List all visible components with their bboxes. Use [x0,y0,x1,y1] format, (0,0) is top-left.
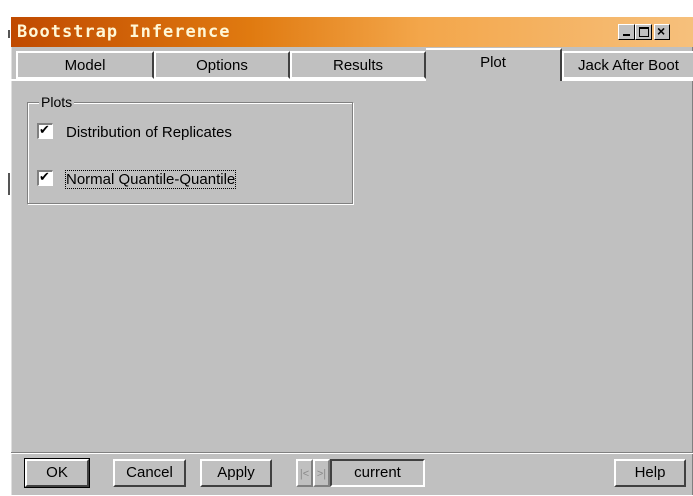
next-record-glyph: >| [316,468,327,480]
apply-button[interactable]: Apply [200,459,272,487]
window-title: Bootstrap Inference [17,22,231,42]
close-icon[interactable]: × [654,23,670,40]
next-record-icon[interactable]: >| [313,459,330,487]
title-bar[interactable]: Bootstrap Inference × [11,17,693,47]
tab-options[interactable]: Options [154,51,290,79]
tab-label: Options [196,57,248,74]
first-record-glyph: |< [299,468,310,480]
tab-label: Model [64,57,106,74]
first-record-icon[interactable]: |< [296,459,313,487]
cancel-button[interactable]: Cancel [113,459,186,487]
plots-group-box [27,102,353,204]
help-button[interactable]: Help [614,459,686,487]
tab-label: Jack After Boot [578,57,679,74]
tab-label: Results [332,57,384,74]
tab-model[interactable]: Model [16,51,154,79]
edge-mark [8,173,10,195]
minimize-icon[interactable] [618,24,635,40]
normal-quantile-quantile-checkbox[interactable] [37,169,53,186]
plots-group-label: Plots [39,94,75,110]
tab-results[interactable]: Results [290,51,426,79]
apply-button-label: Apply [217,464,255,481]
tab-plot[interactable]: Plot [426,48,562,81]
distribution-of-replicates-label[interactable]: Distribution of Replicates [66,124,232,141]
current-button-label: current [354,464,401,481]
current-button[interactable]: current [330,459,425,487]
normal-quantile-quantile-label[interactable]: Normal Quantile-Quantile [64,170,237,189]
distribution-of-replicates-checkbox[interactable] [37,122,53,139]
bootstrap-inference-dialog: Bootstrap Inference × Model Options Resu… [11,17,693,495]
maximize-icon[interactable] [635,24,652,40]
cancel-button-label: Cancel [126,464,173,481]
ok-button[interactable]: OK [24,458,90,488]
edge-mark [8,30,10,38]
tab-jack-after-boot[interactable]: Jack After Boot [562,51,693,79]
tab-label: Plot [480,54,506,71]
ok-button-label: OK [46,464,68,481]
help-button-label: Help [634,464,666,481]
